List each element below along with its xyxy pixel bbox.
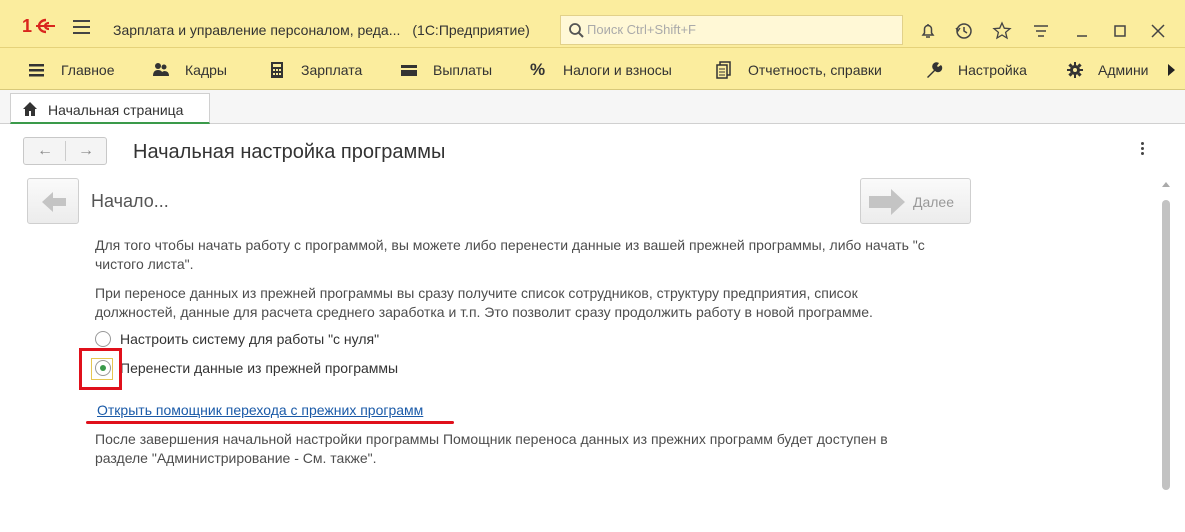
menu-scroll-right-icon[interactable] xyxy=(1168,64,1175,76)
menu-item-hr[interactable]: Кадры xyxy=(152,61,242,79)
arrow-left-icon xyxy=(42,192,66,212)
divider xyxy=(65,141,66,161)
menu-item-payments[interactable]: Выплаты xyxy=(400,61,510,79)
wallet-icon xyxy=(401,65,417,76)
close-icon[interactable] xyxy=(1148,21,1168,41)
option-transfer-data[interactable]: Перенести данные из прежней программы xyxy=(95,359,495,379)
minimize-icon[interactable] xyxy=(1072,21,1092,41)
intro-paragraph: Для того чтобы начать работу с программо… xyxy=(95,237,925,272)
next-button-label: Далее xyxy=(913,194,955,210)
after-setup-paragraph: После завершения начальной настройки про… xyxy=(95,431,888,466)
radio-button[interactable] xyxy=(95,331,111,347)
percent-icon: % xyxy=(530,60,546,79)
menu-item-label: Налоги и взносы xyxy=(563,62,672,78)
history-icon[interactable] xyxy=(954,21,974,41)
arrow-right-icon xyxy=(869,189,905,215)
app-title-text: Зарплата и управление персоналом, реда..… xyxy=(113,22,401,38)
radio-label: Перенести данные из прежней программы xyxy=(120,360,399,376)
menu-item-admin[interactable]: Админи xyxy=(1066,61,1151,79)
menu-item-label: Админи xyxy=(1098,62,1149,78)
search-input[interactable] xyxy=(587,22,887,37)
more-actions-icon[interactable] xyxy=(1141,142,1147,160)
wizard-back-button[interactable] xyxy=(27,178,79,224)
open-migration-assistant-link[interactable]: Открыть помощник перехода с прежних прог… xyxy=(97,402,423,418)
calculator-icon xyxy=(271,62,283,78)
bell-icon[interactable] xyxy=(918,21,938,41)
menu-item-label: Кадры xyxy=(185,62,227,78)
menu-item-label: Главное xyxy=(61,62,115,78)
forward-arrow-icon[interactable]: → xyxy=(71,142,101,160)
window-title: Зарплата и управление персоналом, реда..… xyxy=(113,22,530,38)
wizard-next-button[interactable]: Далее xyxy=(860,178,971,224)
gear-icon xyxy=(1067,62,1083,78)
menu-item-label: Выплаты xyxy=(433,62,493,78)
radio-label: Настроить систему для работы "с нуля" xyxy=(120,331,380,347)
home-icon xyxy=(23,102,37,116)
main-menu-icon[interactable] xyxy=(73,20,90,34)
1c-logo-icon: 1 xyxy=(22,16,55,36)
transfer-info-paragraph: При переносе данных из прежней программы… xyxy=(95,285,873,320)
section-menu-bar: Главное Кадры Зарплата Выплаты % Налоги … xyxy=(0,48,1185,90)
menu-item-main[interactable]: Главное xyxy=(28,61,128,79)
tab-home-page[interactable]: Начальная страница xyxy=(10,93,210,124)
documents-icon xyxy=(716,61,731,79)
menu-item-salary[interactable]: Зарплата xyxy=(268,61,378,79)
hamburger-icon xyxy=(29,64,44,77)
menu-item-settings[interactable]: Настройка xyxy=(925,61,1040,79)
menu-item-label: Зарплата xyxy=(301,62,363,78)
history-nav-buttons: ← → xyxy=(23,137,107,165)
vertical-scrollbar[interactable] xyxy=(1159,178,1173,532)
wrench-icon xyxy=(927,62,943,78)
maximize-icon[interactable] xyxy=(1110,21,1130,41)
highlight-box xyxy=(79,348,122,390)
app-logo[interactable]: 1 xyxy=(22,16,62,41)
menu-item-taxes[interactable]: % Налоги и взносы xyxy=(530,60,690,79)
menu-item-label: Отчетность, справки xyxy=(748,62,882,78)
scroll-thumb[interactable] xyxy=(1162,200,1170,490)
platform-text: (1С:Предприятие) xyxy=(412,22,530,38)
tab-label: Начальная страница xyxy=(48,102,184,118)
people-icon xyxy=(153,63,169,76)
open-windows-bar: Начальная страница xyxy=(0,90,1185,124)
star-icon[interactable] xyxy=(992,21,1012,41)
back-arrow-icon[interactable]: ← xyxy=(30,142,60,160)
menu-item-label: Настройка xyxy=(958,62,1027,78)
highlight-underline xyxy=(86,421,454,424)
scroll-up-icon[interactable] xyxy=(1162,182,1170,187)
svg-text:1: 1 xyxy=(22,17,32,35)
wizard-step-title: Начало... xyxy=(91,191,169,211)
search-box[interactable] xyxy=(560,15,903,45)
settings-list-icon[interactable] xyxy=(1031,21,1051,41)
option-from-scratch[interactable]: Настроить систему для работы "с нуля" xyxy=(95,330,495,350)
menu-item-reports[interactable]: Отчетность, справки xyxy=(715,61,895,79)
search-icon xyxy=(569,23,584,38)
title-bar: 1 Зарплата и управление персоналом, реда… xyxy=(0,0,1185,48)
page-title: Начальная настройка программы xyxy=(133,141,446,163)
